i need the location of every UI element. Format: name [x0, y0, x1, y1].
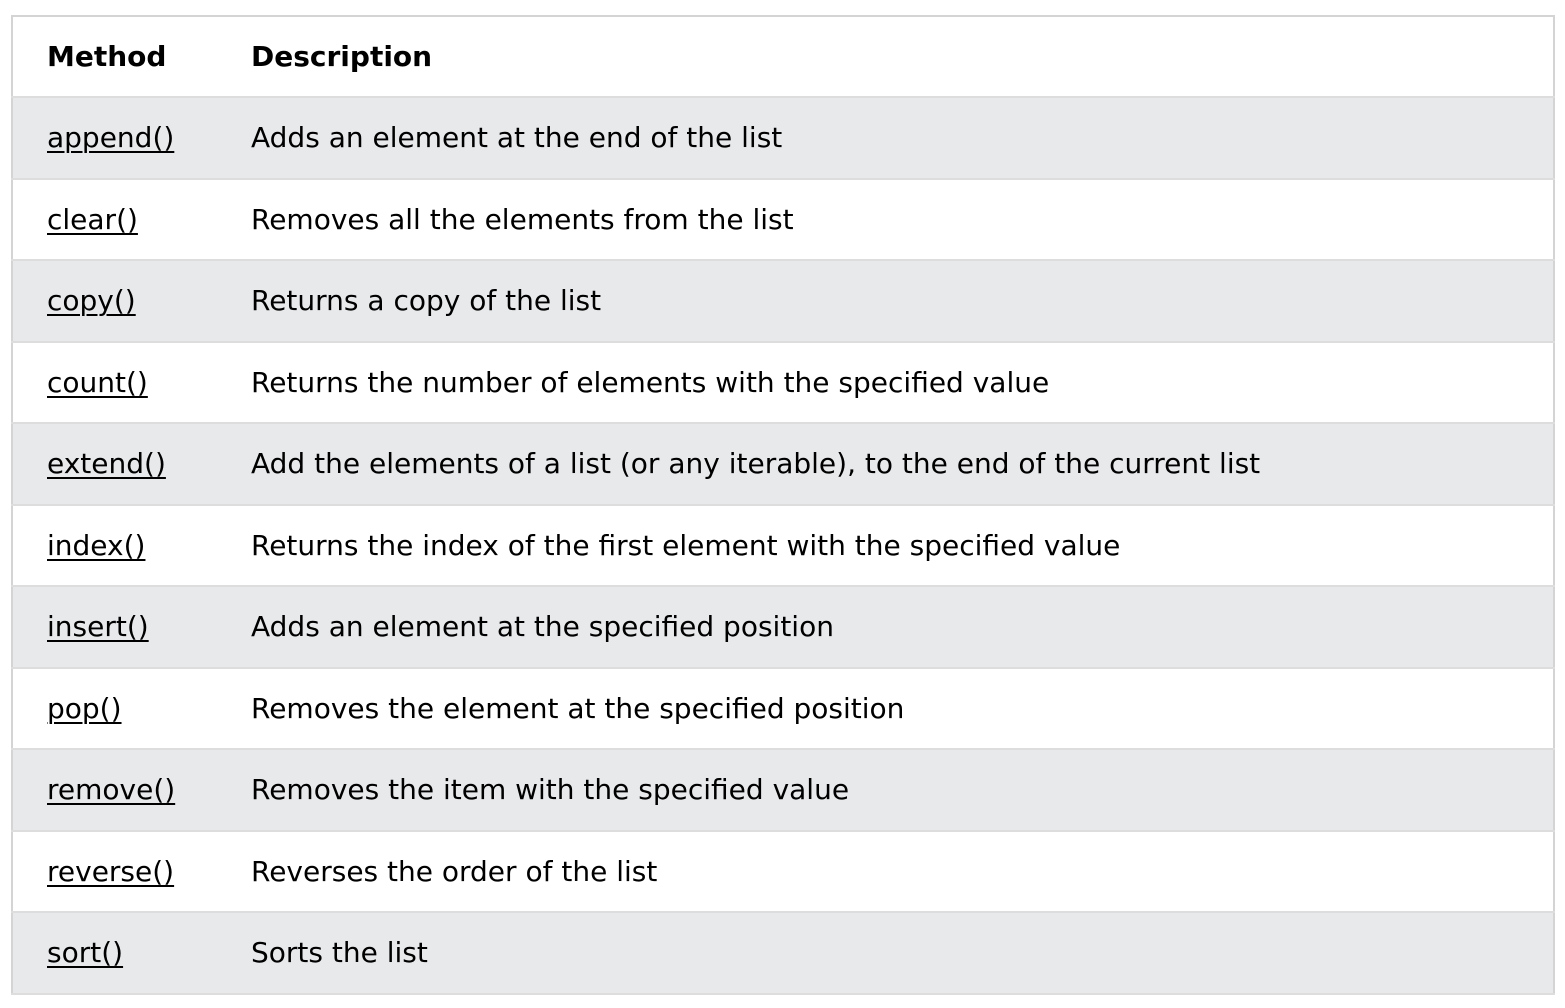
table-row: sort() Sorts the list: [12, 912, 1554, 994]
method-link[interactable]: index(): [47, 529, 145, 562]
description-cell: Removes the item with the specified valu…: [251, 773, 850, 807]
description-cell: Removes all the elements from the list: [251, 202, 794, 236]
method-link[interactable]: append(): [47, 121, 174, 154]
table-row: append() Adds an element at the end of th…: [12, 97, 1554, 179]
method-link[interactable]: extend(): [47, 447, 166, 480]
description-cell: Returns a copy of the list: [251, 284, 602, 318]
description-cell: Adds an element at the specified positio…: [251, 610, 834, 644]
description-cell: Returns the number of elements with the …: [251, 365, 1050, 399]
method-link[interactable]: insert(): [47, 610, 149, 643]
table-row: insert() Adds an element at the specified…: [12, 586, 1554, 668]
method-link[interactable]: remove(): [47, 773, 175, 806]
method-link[interactable]: sort(): [47, 936, 123, 969]
method-cell: pop(): [12, 668, 251, 750]
table-row: reverse() Reverses the order of the list: [12, 830, 1554, 913]
method-cell: extend(): [12, 423, 251, 505]
method-cell: remove(): [12, 749, 251, 831]
method-cell: insert(): [12, 586, 251, 668]
method-cell: index(): [12, 505, 251, 587]
method-link[interactable]: count(): [47, 366, 148, 399]
description-cell: Add the elements of a list (or any itera…: [251, 447, 1261, 481]
table-header-row: Method Description: [12, 16, 1554, 97]
method-link[interactable]: copy(): [47, 284, 136, 317]
table-row: count() Returns the number of elements wi…: [12, 341, 1554, 424]
table-row: copy() Returns a copy of the list: [12, 260, 1554, 342]
method-cell: count(): [12, 342, 251, 424]
method-cell: clear(): [12, 179, 251, 261]
method-cell: copy(): [12, 260, 251, 342]
table-row: clear() Removes all the elements from the…: [12, 178, 1554, 261]
header-description: Description: [251, 40, 433, 73]
method-link[interactable]: reverse(): [47, 855, 174, 888]
description-cell: Reverses the order of the list: [251, 854, 658, 888]
table-row: pop() Removes the element at the specifie…: [12, 667, 1554, 750]
method-link[interactable]: clear(): [47, 203, 138, 236]
method-cell: reverse(): [12, 831, 251, 913]
method-link[interactable]: pop(): [47, 692, 122, 725]
description-cell: Returns the index of the first element w…: [251, 528, 1121, 562]
method-cell: sort(): [12, 912, 251, 994]
table-row: remove() Removes the item with the specif…: [12, 749, 1554, 831]
method-cell: append(): [12, 97, 251, 179]
table-row: index() Returns the index of the first el…: [12, 504, 1554, 587]
list-methods-table: Method Description append() Adds an eleme…: [11, 15, 1555, 995]
description-cell: Sorts the list: [251, 936, 428, 970]
table-row: extend() Add the elements of a list (or a…: [12, 423, 1554, 505]
header-method: Method: [47, 40, 167, 73]
description-cell: Removes the element at the specified pos…: [251, 691, 905, 725]
description-cell: Adds an element at the end of the list: [251, 121, 783, 155]
